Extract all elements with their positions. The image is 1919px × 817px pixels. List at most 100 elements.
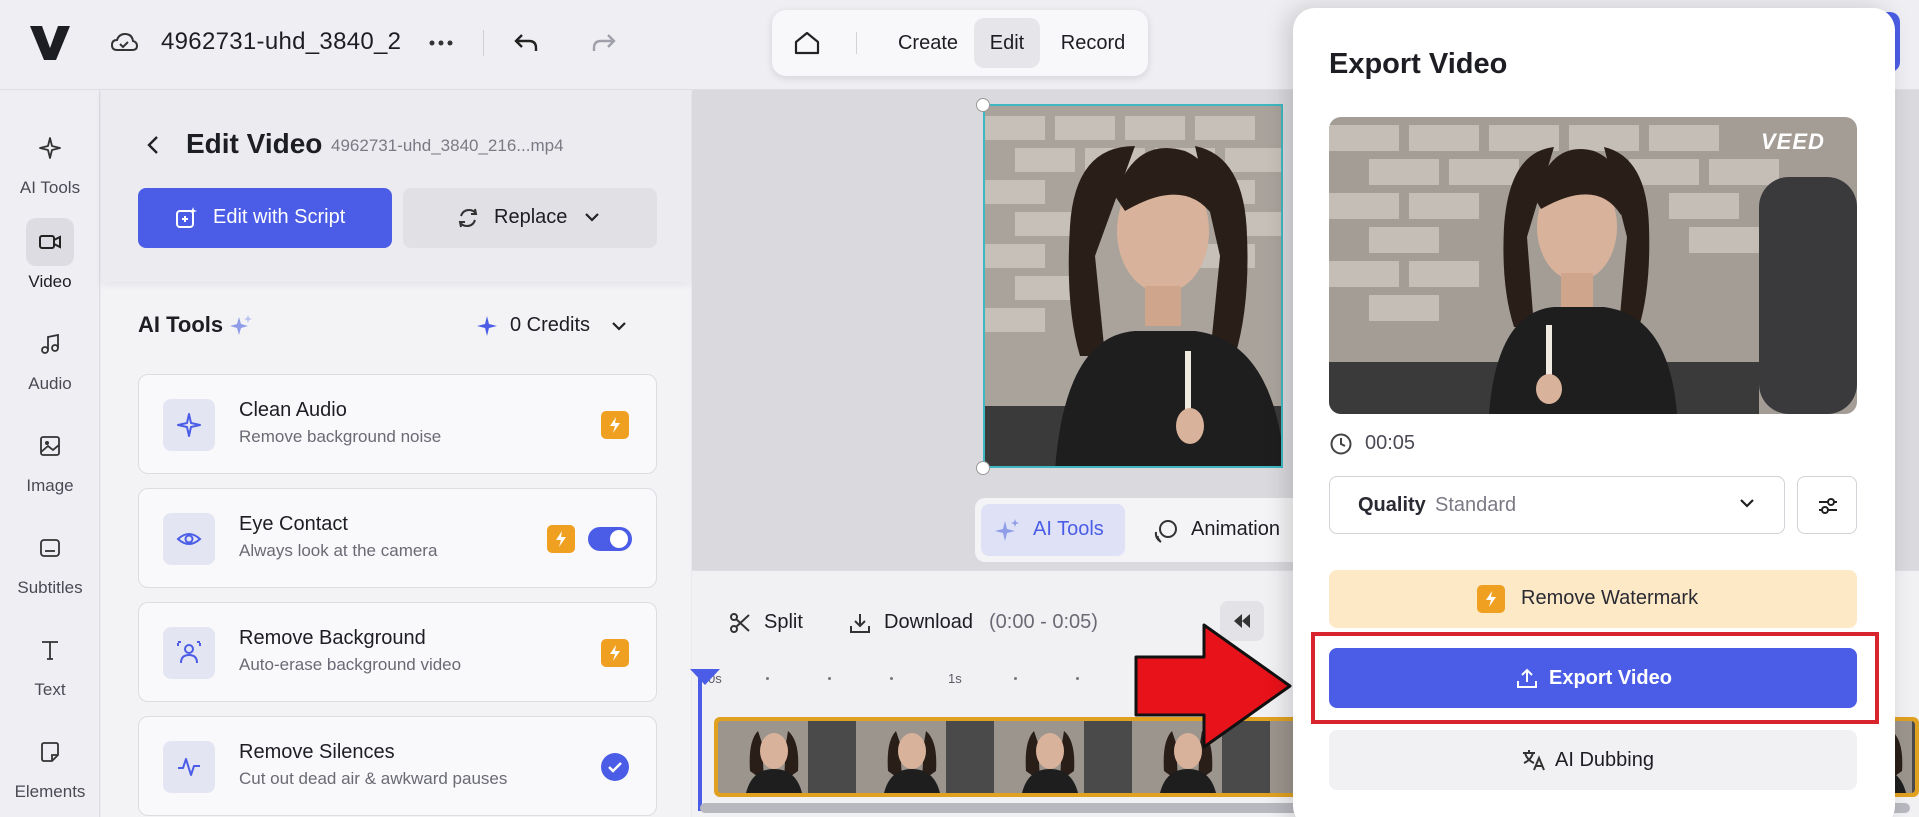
panel-header: Edit Video 4962731-uhd_3840_216...mp4 Ed… — [101, 90, 691, 282]
rail-label: Image — [26, 476, 74, 495]
sparkle-icon — [995, 518, 1021, 544]
premium-bolt-icon — [601, 411, 629, 439]
quality-label: Quality — [1358, 494, 1426, 516]
more-options-icon[interactable] — [426, 33, 456, 53]
rail-item-audio[interactable]: Audio — [0, 320, 100, 410]
veed-logo[interactable] — [28, 24, 72, 62]
ai-dubbing-button[interactable]: AI Dubbing — [1329, 730, 1857, 790]
eye-contact-toggle[interactable] — [588, 527, 632, 551]
rail-label: Text — [34, 680, 66, 699]
credits-dropdown[interactable]: 0 Credits — [510, 314, 590, 337]
left-rail: AI Tools Video Audio Image Subtitles Tex… — [0, 90, 100, 817]
ai-dubbing-label: AI Dubbing — [1555, 749, 1654, 771]
tool-card-eye-contact[interactable]: Eye Contact Always look at the camera — [138, 488, 657, 588]
split-label: Split — [764, 611, 803, 633]
elements-icon — [26, 728, 74, 776]
export-video-label: Export Video — [1549, 667, 1672, 689]
checkmark-icon[interactable] — [601, 753, 629, 781]
project-file-name[interactable]: 4962731-uhd_3840_2160 — [161, 28, 401, 56]
download-icon — [848, 611, 872, 635]
music-note-icon — [26, 320, 74, 368]
export-video-button[interactable]: Export Video — [1329, 648, 1857, 708]
tool-description: Cut out dead air & awkward pauses — [239, 769, 508, 788]
credits-sparkle-icon — [476, 315, 498, 337]
rail-label: Video — [28, 272, 72, 291]
video-duration: 00:05 — [1365, 432, 1416, 454]
scissors-icon — [728, 611, 752, 635]
ai-tools-label: AI Tools — [1033, 518, 1104, 540]
playhead-marker[interactable] — [690, 669, 720, 685]
ruler-label-1s: 1s — [948, 671, 962, 686]
video-preview[interactable] — [983, 104, 1283, 468]
back-arrow-icon[interactable] — [143, 134, 165, 156]
premium-bolt-icon — [601, 639, 629, 667]
tab-edit[interactable]: Edit — [974, 18, 1040, 68]
ai-tools-heading: AI Tools — [138, 312, 224, 337]
tool-description: Remove background noise — [239, 427, 442, 446]
premium-bolt-icon — [547, 525, 575, 553]
tool-title: Remove Background — [239, 627, 426, 649]
video-camera-icon — [26, 218, 74, 266]
sparkle-icon — [229, 314, 253, 338]
redo-icon[interactable] — [590, 30, 618, 56]
rail-item-ai-tools[interactable]: AI Tools — [0, 124, 100, 214]
video-toolbar: AI Tools Animation — [975, 498, 1315, 562]
resize-handle[interactable] — [976, 98, 990, 112]
rail-label: AI Tools — [19, 178, 81, 197]
remove-watermark-label: Remove Watermark — [1521, 587, 1699, 609]
export-thumbnail: VEED — [1329, 117, 1857, 414]
tab-record[interactable]: Record — [1048, 18, 1138, 68]
tool-card-clean-audio[interactable]: Clean Audio Remove background noise — [138, 374, 657, 474]
chevron-down-icon[interactable] — [610, 319, 628, 333]
divider — [483, 30, 484, 56]
edit-with-script-label: Edit with Script — [213, 206, 346, 228]
eye-icon — [163, 513, 215, 565]
download-range: (0:00 - 0:05) — [989, 611, 1098, 633]
rail-label: Audio — [28, 374, 72, 393]
sparkle-icon — [26, 124, 74, 172]
tool-title: Clean Audio — [239, 399, 347, 421]
resize-handle[interactable] — [976, 461, 990, 475]
tab-create[interactable]: Create — [878, 18, 978, 68]
waveform-icon — [163, 741, 215, 793]
annotation-arrow — [1134, 623, 1294, 749]
animation-label: Animation — [1191, 518, 1280, 540]
tool-title: Eye Contact — [239, 513, 348, 535]
premium-bolt-icon — [1477, 585, 1505, 613]
animation-icon — [1153, 518, 1179, 544]
chevron-down-icon — [1738, 496, 1756, 510]
export-video-modal: Export Video VEED 00:05 Quality Standard… — [1293, 8, 1895, 817]
remove-watermark-button[interactable]: Remove Watermark — [1329, 570, 1857, 628]
rail-item-image[interactable]: Image — [0, 422, 100, 512]
subtitles-icon — [26, 524, 74, 572]
replace-button[interactable]: Replace — [403, 188, 657, 248]
export-settings-button[interactable] — [1797, 476, 1857, 534]
text-icon — [26, 626, 74, 674]
rail-item-video[interactable]: Video — [0, 218, 100, 308]
mode-switcher: Create Edit Record — [772, 10, 1148, 76]
animation-button[interactable]: Animation — [1141, 504, 1301, 556]
quality-value: Standard — [1435, 494, 1517, 516]
panel-title: Edit Video — [186, 128, 323, 159]
edit-with-script-button[interactable]: Edit with Script — [138, 188, 392, 248]
script-icon — [174, 206, 198, 230]
veed-watermark: VEED — [1761, 129, 1825, 154]
quality-dropdown[interactable]: Quality Standard — [1329, 476, 1785, 534]
image-icon — [26, 422, 74, 470]
undo-icon[interactable] — [512, 30, 540, 56]
tool-description: Auto-erase background video — [239, 655, 462, 674]
download-label: Download — [884, 611, 973, 633]
chevron-down-icon — [583, 210, 601, 224]
playhead[interactable] — [698, 671, 702, 811]
tool-card-remove-silences[interactable]: Remove Silences Cut out dead air & awkwa… — [138, 716, 657, 816]
upload-icon — [1515, 666, 1539, 690]
translate-icon — [1521, 748, 1547, 772]
rail-item-text[interactable]: Text — [0, 626, 100, 716]
rail-label: Elements — [14, 782, 86, 801]
rail-item-elements[interactable]: Elements — [0, 728, 100, 817]
tool-card-remove-background[interactable]: Remove Background Auto-erase background … — [138, 602, 657, 702]
home-icon[interactable] — [792, 29, 822, 57]
cloud-saved-icon — [110, 30, 138, 56]
rail-item-subtitles[interactable]: Subtitles — [0, 524, 100, 614]
ai-tools-button[interactable]: AI Tools — [981, 504, 1125, 556]
